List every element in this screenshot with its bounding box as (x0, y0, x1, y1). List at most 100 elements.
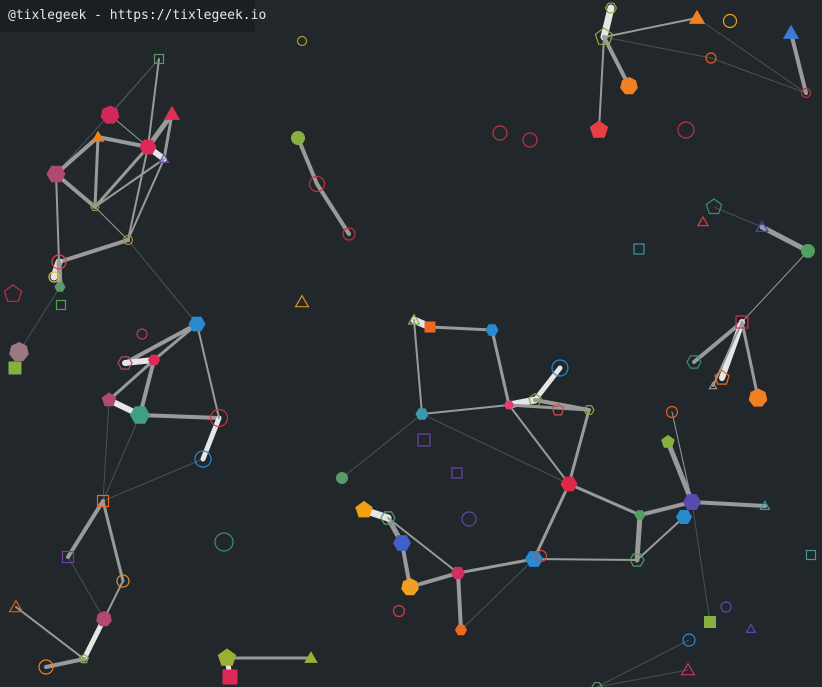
network-node-square (222, 669, 238, 685)
network-edge (123, 322, 199, 365)
network-edge (665, 439, 695, 505)
network-node-circle (136, 328, 148, 340)
network-node-square (633, 243, 645, 255)
network-canvas-stage: @tixlegeek - https://tixlegeek.io (0, 0, 822, 687)
network-node-pentagon (217, 648, 237, 666)
network-node-circle (392, 604, 406, 618)
network-edge-faint (596, 669, 689, 687)
network-edge-faint (596, 639, 690, 687)
network-edge (55, 173, 60, 263)
network-node-hexagon (682, 494, 702, 510)
network-edge (567, 482, 642, 517)
network-edge-faint (710, 57, 807, 94)
network-node-circle (522, 132, 538, 148)
network-node-hexagon (54, 282, 66, 292)
network-node-square (704, 616, 716, 628)
network-node-circle (492, 125, 508, 141)
network-node-circle (291, 131, 305, 145)
network-node-pentagon (355, 500, 373, 518)
network-edge (740, 320, 760, 400)
network-edge (196, 323, 220, 419)
network-edge (759, 224, 811, 254)
network-edge (636, 516, 685, 561)
network-node-heptagon (100, 105, 120, 124)
network-edge-faint (67, 556, 105, 620)
network-edge (532, 365, 563, 403)
network-edge-faint (18, 286, 61, 353)
network-edge (93, 135, 100, 209)
network-node-triangle (163, 105, 181, 120)
network-edge (741, 250, 809, 323)
network-node-circle (720, 601, 732, 613)
network-node-hexagon (415, 408, 429, 420)
network-edge (66, 499, 105, 559)
network-edge-faint (713, 206, 763, 228)
network-edge (413, 319, 423, 415)
network-node-circle (296, 35, 308, 47)
network-node-triangle (782, 24, 800, 39)
network-edge (490, 328, 511, 407)
network-edge (456, 557, 536, 575)
network-edge (598, 36, 605, 131)
strong-edges-layer (15, 4, 811, 680)
network-edge (532, 482, 571, 561)
network-node-circle (214, 532, 234, 552)
network-node-triangle (688, 9, 706, 24)
network-edge (690, 500, 767, 508)
network-edge-faint (127, 239, 198, 325)
network-node-hexagon (560, 476, 578, 492)
network-node-square (805, 549, 817, 561)
network-node-hexagon (675, 510, 693, 524)
network-node-square (451, 467, 463, 479)
network-node-hexagon (147, 354, 161, 366)
network-node-hexagon (46, 165, 66, 183)
network-node-square (8, 361, 22, 375)
network-node-pentagon (589, 120, 609, 138)
network-node-hexagon (450, 566, 466, 580)
network-node-heptagon (9, 341, 29, 362)
network-edge (101, 499, 125, 583)
network-node-triangle (680, 662, 696, 676)
network-node-hexagon (524, 551, 544, 567)
network-edge (567, 408, 591, 486)
network-edge (127, 146, 149, 241)
network-node-square (417, 433, 431, 447)
network-node-circle (722, 13, 738, 29)
network-node-heptagon (96, 610, 112, 627)
network-edge (456, 571, 463, 632)
network-edge (533, 558, 638, 561)
network-node-heptagon (748, 388, 768, 407)
network-edge (634, 512, 643, 563)
network-node-pentagon (705, 198, 723, 215)
network-node-hexagon (485, 324, 499, 336)
network-edge (508, 404, 570, 485)
network-node-square (55, 299, 67, 311)
network-edge (138, 413, 221, 420)
network-node-heptagon (401, 577, 419, 596)
network-node-triangle (696, 215, 710, 227)
network-node-hexagon (392, 535, 412, 551)
network-edge (94, 206, 129, 241)
network-edge-faint (341, 413, 423, 479)
network-node-hexagon (454, 624, 468, 636)
network-node-heptagon (620, 76, 638, 95)
network-node-hexagon (129, 406, 151, 424)
network-edge (200, 415, 222, 462)
network-edge (421, 404, 510, 415)
network-edge (315, 182, 351, 236)
network-graph-canvas (3, 2, 817, 687)
network-edge (93, 145, 150, 209)
network-node-circle (336, 472, 348, 484)
network-edge (57, 238, 130, 264)
network-node-hexagon (503, 400, 515, 410)
network-node-pentagon (661, 434, 675, 448)
network-node-triangle (294, 294, 310, 308)
network-edge (603, 17, 698, 38)
credit-link[interactable]: @tixlegeek - https://tixlegeek.io (0, 0, 266, 32)
network-edge-faint (691, 501, 711, 623)
network-edge-faint (603, 36, 712, 59)
network-node-circle (801, 244, 815, 258)
nodes-layer (3, 2, 817, 687)
network-node-hexagon (634, 510, 646, 520)
network-node-pentagon (3, 284, 23, 302)
